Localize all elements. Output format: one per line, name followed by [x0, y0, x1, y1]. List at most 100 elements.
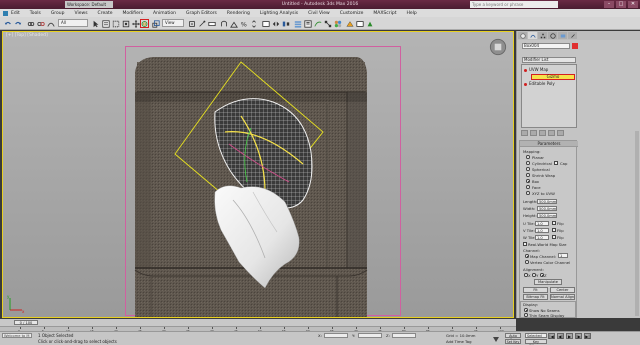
create-tab-icon[interactable] — [518, 32, 527, 39]
menu-rendering[interactable]: Rendering — [227, 11, 250, 16]
menu-modifiers[interactable]: Modifiers — [123, 11, 144, 16]
motion-tab-icon[interactable] — [548, 32, 557, 39]
thin-seam-display-radio[interactable] — [524, 313, 528, 317]
cap-checkbox[interactable] — [554, 161, 558, 165]
named-selection-icon[interactable] — [261, 19, 270, 28]
angle-snap-icon[interactable] — [229, 19, 238, 28]
schematic-view-icon[interactable] — [323, 19, 332, 28]
key-filters-button[interactable]: Key Filters... — [525, 339, 547, 345]
u-tile-spinner[interactable]: 1.0 — [535, 220, 549, 226]
spinner-snap-icon[interactable] — [249, 19, 258, 28]
maxscript-listener-field[interactable]: Welcome to M — [2, 333, 32, 338]
command-panel-scrollbar[interactable] — [635, 131, 639, 316]
scene-render[interactable] — [3, 32, 514, 318]
select-by-name-icon[interactable] — [101, 19, 110, 28]
mapping-face-radio[interactable] — [526, 185, 530, 189]
go-to-end-button[interactable]: ▶| — [584, 333, 591, 339]
vertex-color-channel-radio[interactable] — [525, 260, 529, 264]
align-y-radio[interactable] — [532, 273, 536, 277]
undo-icon[interactable] — [3, 19, 12, 28]
redo-icon[interactable] — [13, 19, 22, 28]
show-no-seams-radio[interactable] — [524, 308, 528, 312]
material-editor-icon[interactable] — [333, 19, 342, 28]
v-flip-checkbox[interactable] — [552, 228, 556, 232]
parameters-rollout-title[interactable]: Parameters — [520, 141, 578, 147]
manipulate-button[interactable]: Manipulate — [534, 279, 562, 285]
next-frame-button[interactable]: |▶ — [575, 333, 582, 339]
select-and-rotate-icon[interactable] — [140, 19, 149, 28]
width-spinner[interactable]: 500.0mm — [537, 205, 557, 211]
key-selection-dropdown[interactable]: Selected — [525, 333, 547, 338]
map-channel-radio[interactable] — [525, 254, 529, 258]
add-time-tag[interactable]: Add Time Tag — [446, 339, 471, 344]
menu-animation[interactable]: Animation — [153, 11, 176, 16]
menu-tools[interactable]: Tools — [30, 11, 41, 16]
w-flip-checkbox[interactable] — [552, 235, 556, 239]
modifier-on-icon[interactable] — [524, 68, 527, 72]
bind-space-warp-icon[interactable] — [46, 19, 55, 28]
modifier-list-dropdown[interactable]: Modifier List — [522, 57, 576, 63]
select-and-move-icon[interactable] — [131, 19, 140, 28]
time-slider[interactable]: 0 / 100 — [0, 319, 516, 326]
layer-manager-icon[interactable] — [293, 19, 302, 28]
menu-maxscript[interactable]: MAXScript — [373, 11, 396, 16]
object-color-swatch[interactable] — [572, 43, 578, 49]
scene-explorer-icon[interactable] — [303, 19, 312, 28]
minimize-button[interactable]: – — [604, 1, 614, 8]
rendered-frame-window-icon[interactable] — [355, 19, 364, 28]
mapping-shrink-wrap-radio[interactable] — [526, 173, 530, 177]
w-tile-spinner[interactable]: 1.0 — [535, 234, 549, 240]
menu-views[interactable]: Views — [75, 11, 88, 16]
render-setup-icon[interactable] — [345, 19, 354, 28]
menu-create[interactable]: Create — [98, 11, 113, 16]
previous-frame-button[interactable]: ◀| — [557, 333, 564, 339]
time-slider-thumb[interactable]: 0 / 100 — [14, 320, 38, 325]
menu-customize[interactable]: Customize — [340, 11, 364, 16]
configure-sets-icon[interactable] — [557, 130, 564, 136]
mapping-spherical-radio[interactable] — [526, 167, 530, 171]
mapping-cylindrical-radio[interactable] — [526, 161, 530, 165]
hierarchy-tab-icon[interactable] — [538, 32, 547, 39]
align-x-radio[interactable] — [524, 273, 528, 277]
reference-coordinate-dropdown[interactable]: View — [162, 19, 184, 27]
rectangular-selection-icon[interactable] — [111, 19, 120, 28]
play-button[interactable]: ▶ — [566, 333, 573, 339]
window-crossing-icon[interactable] — [121, 19, 130, 28]
show-end-result-icon[interactable] — [530, 130, 537, 136]
percent-snap-icon[interactable]: % — [239, 19, 248, 28]
select-object-icon[interactable] — [91, 19, 100, 28]
modifier-on-icon[interactable] — [524, 82, 527, 86]
unlink-icon[interactable] — [36, 19, 45, 28]
manipulate-icon[interactable] — [197, 19, 206, 28]
fit-button[interactable]: Fit — [523, 287, 548, 293]
mapping-box-radio[interactable] — [526, 179, 530, 183]
auto-key-button[interactable]: Auto Key — [505, 333, 521, 342]
stack-item-uvw-map[interactable]: UVW Map — [524, 67, 548, 73]
set-key-button[interactable]: Set Key — [505, 339, 521, 344]
close-button[interactable]: ✕ — [628, 1, 638, 8]
normal-align-button[interactable]: Normal Align — [550, 294, 575, 300]
app-logo-icon[interactable] — [3, 10, 8, 16]
z-coord-field[interactable] — [392, 333, 416, 338]
align-icon[interactable] — [281, 19, 290, 28]
selection-filter-dropdown[interactable]: All — [58, 19, 88, 27]
real-world-map-size-checkbox[interactable] — [523, 242, 527, 246]
v-tile-spinner[interactable]: 1.0 — [535, 227, 549, 233]
remove-modifier-icon[interactable] — [548, 130, 555, 136]
menu-help[interactable]: Help — [406, 11, 416, 16]
map-channel-spinner[interactable]: 1 — [558, 253, 568, 258]
u-flip-checkbox[interactable] — [552, 221, 556, 225]
height-spinner[interactable]: 500.0mm — [537, 212, 557, 218]
menu-civil-view[interactable]: Civil View — [308, 11, 330, 16]
menu-graph-editors[interactable]: Graph Editors — [186, 11, 217, 16]
pin-stack-icon[interactable] — [521, 130, 528, 136]
workspace-dropdown[interactable]: Workspace: Default — [65, 1, 113, 8]
menu-lighting-analysis[interactable]: Lighting Analysis — [260, 11, 298, 16]
mapping-xyz-to-uvw-radio[interactable] — [526, 191, 530, 195]
object-name-field[interactable]: Box004 — [522, 43, 570, 49]
bitmap-fit-button[interactable]: Bitmap Fit — [523, 294, 548, 300]
maximize-button[interactable]: □ — [616, 1, 626, 8]
viewcube-icon[interactable] — [489, 38, 507, 56]
display-tab-icon[interactable] — [558, 32, 567, 39]
y-coord-field[interactable] — [358, 333, 382, 338]
